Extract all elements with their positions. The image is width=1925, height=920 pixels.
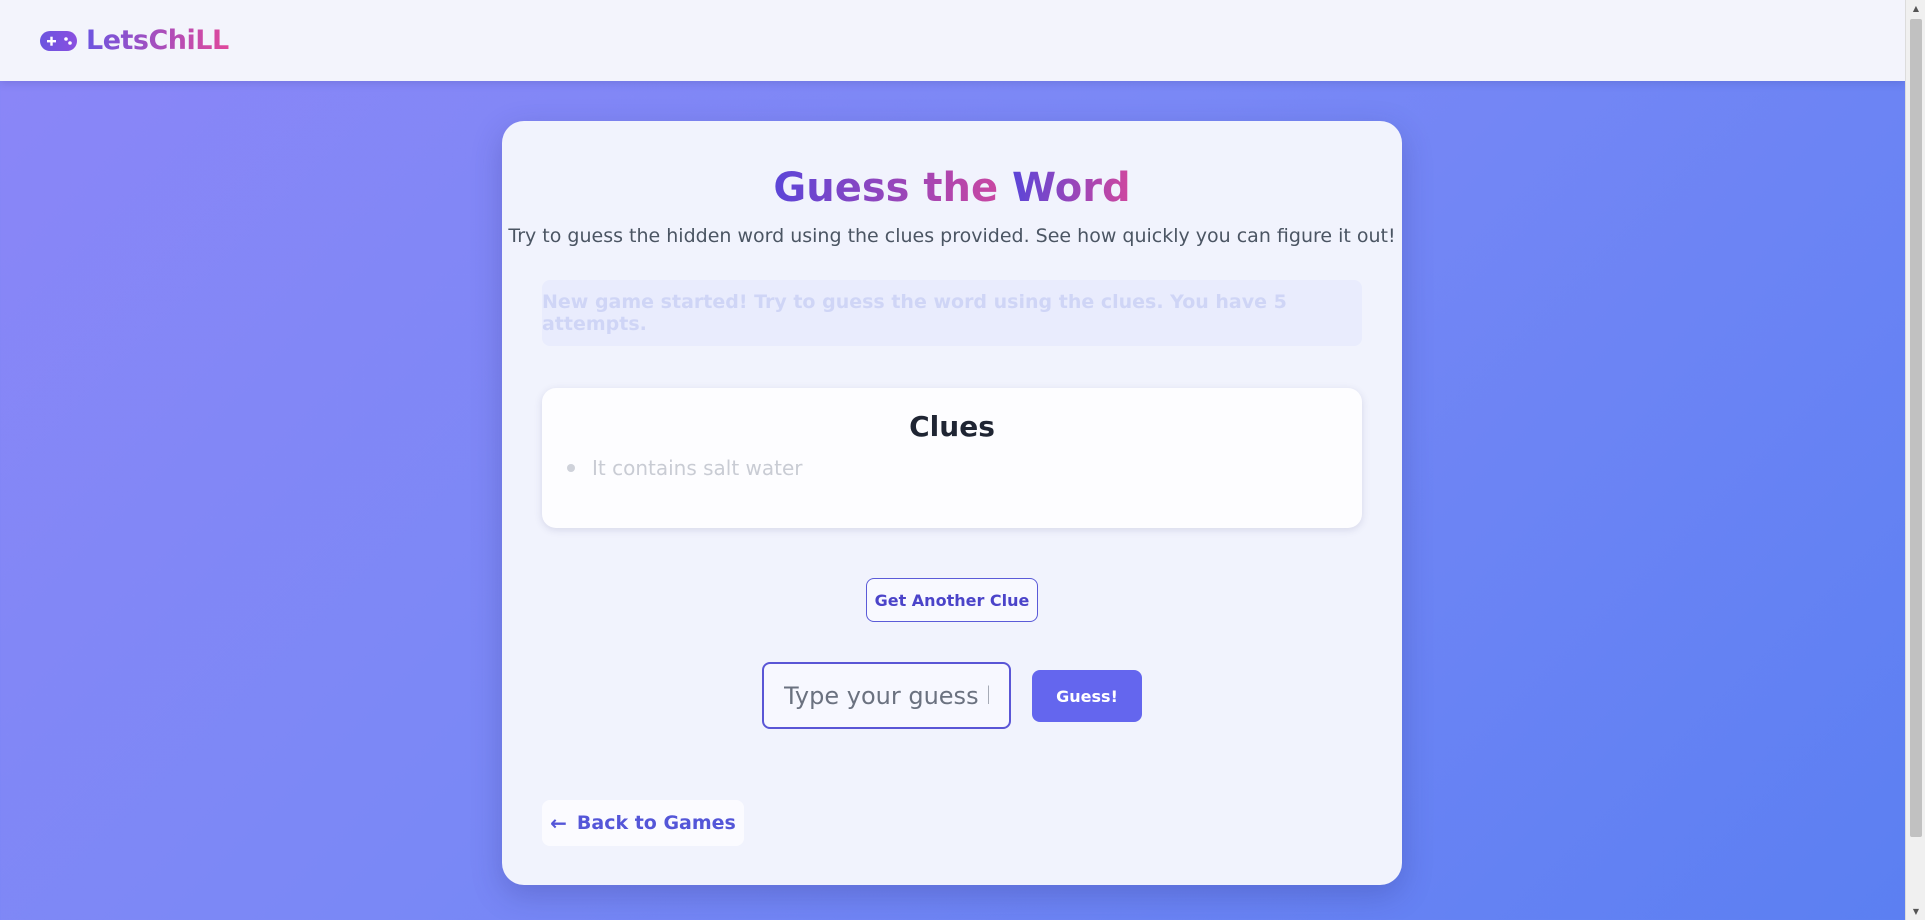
top-navbar: LetsChiLL — [0, 0, 1905, 81]
scroll-up-icon[interactable]: ▲ — [1906, 0, 1925, 17]
clue-list: It contains salt water — [567, 456, 803, 480]
clue-item: It contains salt water — [567, 456, 803, 480]
back-to-games-button[interactable]: ← Back to Games — [542, 800, 744, 846]
guess-input[interactable] — [762, 662, 1011, 729]
clues-title: Clues — [909, 410, 995, 443]
bullet-icon — [567, 464, 575, 472]
brand-name: LetsChiLL — [86, 25, 229, 56]
scrollbar-thumb[interactable] — [1910, 19, 1922, 837]
arrow-left-icon: ← — [550, 811, 567, 835]
title-part-2: Word — [1012, 165, 1131, 211]
guess-button[interactable]: Guess! — [1032, 670, 1142, 722]
get-another-clue-button[interactable]: Get Another Clue — [866, 578, 1038, 622]
gamepad-icon — [40, 30, 77, 51]
game-card: Guess the Word Try to guess the hidden w… — [502, 121, 1402, 885]
title-part-1: Guess the — [773, 165, 1013, 211]
brand-logo[interactable]: LetsChiLL — [39, 25, 229, 56]
clue-text: It contains salt water — [592, 456, 803, 480]
status-message: New game started! Try to guess the word … — [542, 280, 1362, 346]
scroll-down-icon[interactable]: ▼ — [1906, 903, 1925, 920]
clues-panel: Clues It contains salt water — [542, 388, 1362, 528]
page-subtitle: Try to guess the hidden word using the c… — [508, 225, 1396, 247]
page-title: Guess the Word — [502, 165, 1402, 211]
back-label: Back to Games — [576, 812, 736, 834]
page-scrollbar[interactable]: ▲ ▼ — [1905, 0, 1925, 920]
